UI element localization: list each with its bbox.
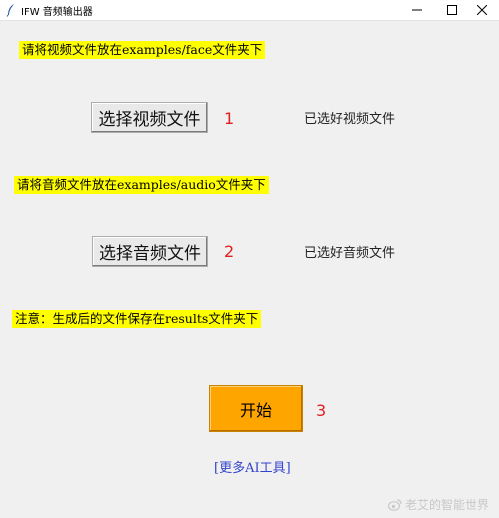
watermark: 老艾的智能世界 xyxy=(388,496,489,513)
start-button[interactable]: 开始 xyxy=(209,385,303,432)
audio-status: 已选好音频文件 xyxy=(304,246,396,261)
step-number-2: 2 xyxy=(224,242,235,261)
title-bar: IFW 音频输出器 xyxy=(0,0,499,21)
maximize-button[interactable] xyxy=(435,0,469,20)
results-path-note: 注意：生成后的文件保存在results文件夹下 xyxy=(12,310,262,328)
select-audio-button[interactable]: 选择音频文件 xyxy=(92,236,208,267)
step-number-3: 3 xyxy=(316,401,327,420)
watermark-text: 老艾的智能世界 xyxy=(405,498,490,512)
window-title: IFW 音频输出器 xyxy=(21,7,93,18)
minimize-icon xyxy=(412,9,422,11)
video-status: 已选好视频文件 xyxy=(304,112,396,127)
more-ai-tools-link[interactable]: [更多AI工具] xyxy=(214,457,291,476)
close-icon xyxy=(477,5,487,15)
feather-icon xyxy=(6,4,14,17)
close-button[interactable] xyxy=(465,0,499,20)
audio-path-note: 请将音频文件放在examples/audio文件夹下 xyxy=(14,176,269,194)
select-video-button[interactable]: 选择视频文件 xyxy=(91,102,208,133)
video-path-note: 请将视频文件放在examples/face文件夹下 xyxy=(19,41,266,59)
minimize-button[interactable] xyxy=(400,0,434,20)
maximize-icon xyxy=(447,5,457,15)
weibo-icon xyxy=(388,498,402,511)
step-number-1: 1 xyxy=(224,109,235,128)
